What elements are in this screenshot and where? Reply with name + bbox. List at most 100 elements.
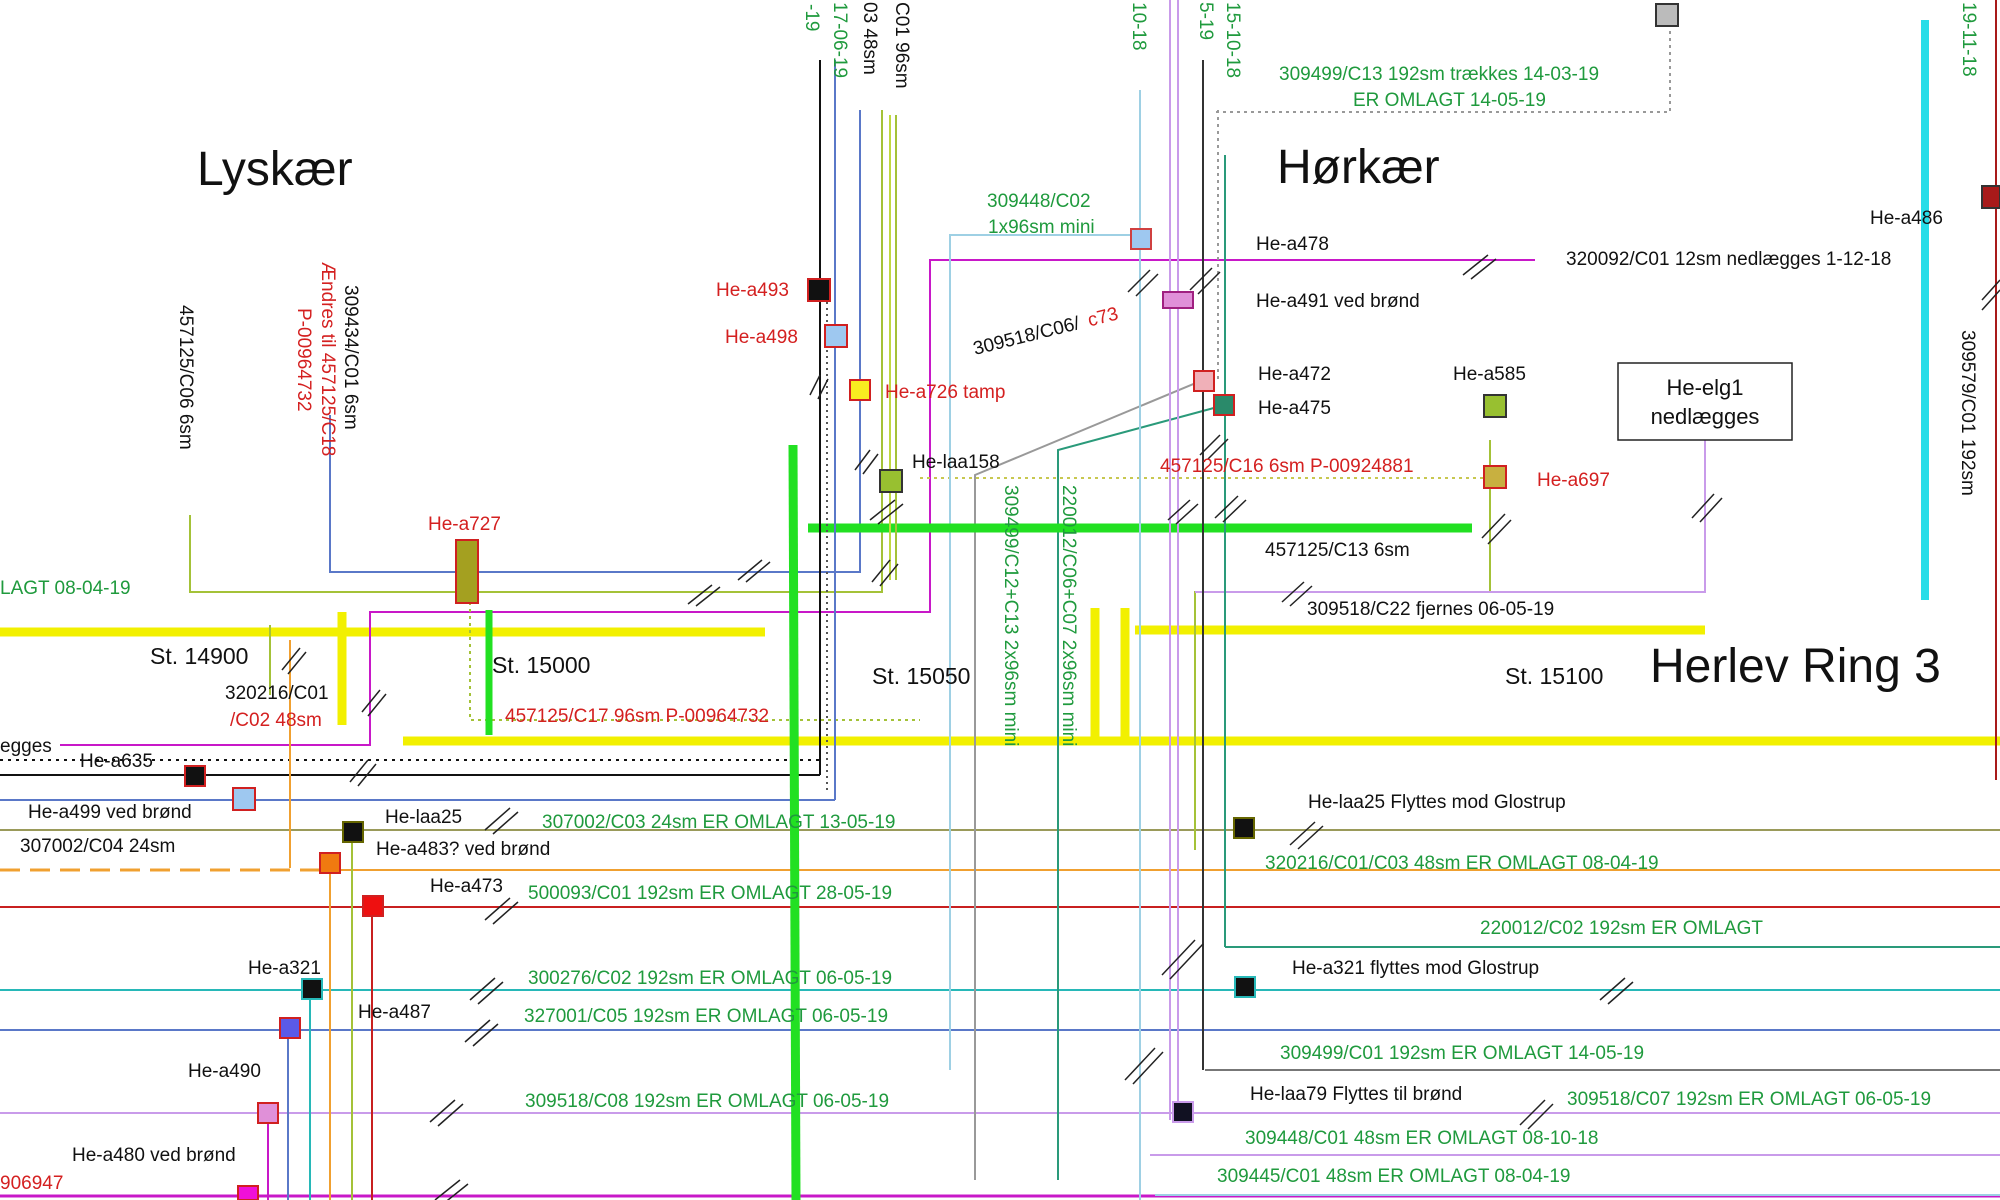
label-he-a473: He-a473	[430, 876, 503, 897]
node-marker-he-a727[interactable]	[455, 539, 479, 604]
node-marker-he-a493[interactable]	[807, 278, 831, 302]
label-he-a727: He-a727	[428, 514, 501, 535]
node-marker-he-a487[interactable]	[279, 1017, 301, 1039]
break-mark-10	[1127, 269, 1159, 297]
vlabel-309434-pnumber: P-00964732	[293, 308, 314, 412]
label-he-a321: He-a321	[248, 958, 321, 979]
break-mark-14	[1214, 495, 1247, 523]
label-307002-c04: 307002/C04 24sm	[20, 836, 175, 857]
label-he-a498: He-a498	[725, 327, 798, 348]
node-marker-top-gray[interactable]	[1655, 3, 1679, 27]
label-he-laa79: He-laa79 Flyttes til brønd	[1250, 1084, 1462, 1105]
node-marker-he-a475[interactable]	[1213, 394, 1235, 416]
break-mark-7	[854, 449, 879, 475]
label-he-a635: He-a635	[80, 751, 153, 772]
vlabel-309579: 309579/C01 192sm	[1957, 330, 1978, 496]
break-mark-1	[281, 647, 307, 675]
break-mark-9	[869, 499, 904, 525]
node-marker-he-a697[interactable]	[1483, 465, 1507, 489]
break-mark-30	[1519, 1099, 1554, 1130]
vlabel-top-a: -19	[801, 4, 822, 31]
label-egges: egges	[0, 736, 52, 757]
node-marker-he-a490[interactable]	[257, 1102, 279, 1124]
vlabel-top-b: 17-06-19	[829, 2, 850, 78]
label-457125-c13: 457125/C13 6sm	[1265, 540, 1410, 561]
vlabel-457125-c06: 457125/C06 6sm	[175, 305, 196, 450]
label-309518-c06: 309518/C06/	[971, 313, 1082, 360]
vlabel-309434-change: Ændres til 457125/C18	[317, 262, 338, 456]
label-he-a487: He-a487	[358, 1002, 431, 1023]
label-457125-c16: 457125/C16 6sm P-00924881	[1160, 456, 1414, 477]
label-327001: 327001/C05 192sm ER OMLAGT 06-05-19	[524, 1006, 888, 1027]
break-mark-12	[1167, 499, 1199, 525]
station-labels: St. 14900 St. 15000 St. 15050 St. 15100	[150, 643, 1603, 689]
vlabel-top-d: C01 96sm	[891, 2, 912, 89]
label-320216-a: 320216/C01	[225, 683, 329, 704]
break-mark-18	[1691, 493, 1723, 523]
label-he-a478: He-a478	[1256, 234, 1329, 255]
label-he-a480: He-a480 ved brønd	[72, 1145, 236, 1166]
cable-457125-c13	[1194, 440, 1491, 850]
break-mark-19	[1981, 279, 2000, 311]
label-c73: c73	[1086, 304, 1121, 332]
node-marker-he-a473[interactable]	[362, 895, 384, 917]
node-marker-he-a321[interactable]	[301, 978, 323, 1000]
node-marker-he-laa79[interactable]	[1172, 1101, 1194, 1123]
node-marker-he-a585[interactable]	[1483, 394, 1507, 418]
node-marker-he-a486[interactable]	[1981, 185, 2000, 209]
node-marker-he-a498[interactable]	[824, 324, 848, 348]
node-marker-he-a491[interactable]	[1162, 291, 1194, 309]
area-title-lyskaer: Lyskær	[197, 143, 353, 196]
node-marker-he-laa158[interactable]	[879, 469, 903, 493]
vlabel-top-c: 03 48sm	[859, 2, 880, 75]
node-marker-he-a483[interactable]	[319, 852, 341, 874]
node-marker-he-a726[interactable]	[849, 379, 871, 401]
label-320216-b: /C02 48sm	[230, 710, 322, 731]
label-he-laa158: He-laa158	[912, 452, 1000, 473]
vlabel-top-e: 10-18	[1128, 2, 1149, 51]
label-309499-c13-a: 309499/C13 192sm trækkes 14-03-19	[1279, 64, 1599, 85]
break-mark-17	[1481, 513, 1512, 545]
area-title-horkaer: Hørkær	[1277, 141, 1440, 194]
node-marker-he-a321-move[interactable]	[1234, 976, 1256, 998]
he-elg1-box[interactable]: He-elg1 nedlægges	[1617, 362, 1793, 441]
node-marker-he-a635[interactable]	[184, 765, 206, 787]
break-mark-15	[1462, 254, 1497, 280]
label-he-a483: He-a483? ved brønd	[376, 839, 550, 860]
break-mark-11	[1189, 267, 1221, 295]
vlabel-220012-c06: 220012/C06+C07 2x96sm mini	[1058, 485, 1079, 746]
vlabel-top-h: 19-11-18	[1958, 2, 1979, 77]
cable-220012-c06	[1057, 404, 1226, 1180]
node-marker-he-laa25-move[interactable]	[1233, 817, 1255, 839]
node-marker-he-a499[interactable]	[232, 787, 256, 811]
break-mark-21	[484, 897, 519, 925]
label-he-a475: He-a475	[1258, 398, 1331, 419]
break-mark-8	[871, 559, 899, 587]
break-mark-2	[361, 689, 387, 717]
vlabel-top-f: 5-19	[1195, 2, 1216, 40]
label-309448-c01: 309448/C01 48sm ER OMLAGT 08-10-18	[1245, 1128, 1598, 1149]
label-309448-c02-b: 1x96sm mini	[988, 217, 1095, 238]
label-906947: 906947	[0, 1173, 63, 1194]
label-309518-c06-group: 309518/C06/ c73	[971, 304, 1120, 360]
break-mark-27	[1161, 939, 1204, 980]
label-309518-c08: 309518/C08 192sm ER OMLAGT 06-05-19	[525, 1091, 889, 1112]
break-mark-26	[1289, 821, 1324, 850]
label-300276: 300276/C02 192sm ER OMLAGT 06-05-19	[528, 968, 892, 989]
label-he-a321-move: He-a321 flyttes mod Glostrup	[1292, 958, 1539, 979]
node-marker-309448-c02[interactable]	[1130, 228, 1152, 250]
road-title-herlev-ring-3: Herlev Ring 3	[1650, 640, 1941, 693]
label-220012-c02: 220012/C02 192sm ER OMLAGT	[1480, 918, 1763, 939]
break-mark-4	[687, 584, 721, 607]
label-he-a472: He-a472	[1258, 364, 1331, 385]
node-marker-he-a480[interactable]	[237, 1185, 259, 1200]
label-he-a726: He-a726 tamp	[885, 382, 1005, 403]
node-markers[interactable]	[184, 3, 2000, 1200]
node-marker-he-a472[interactable]	[1193, 370, 1215, 392]
label-he-a490: He-a490	[188, 1061, 261, 1082]
cable-network-diagram: He-elg1 nedlægges Lyskær Hørkær Herlev R…	[0, 0, 2000, 1200]
label-320092: 320092/C01 12sm nedlægges 1-12-18	[1566, 249, 1891, 270]
node-marker-he-laa25[interactable]	[342, 821, 364, 843]
label-309448-c02-a: 309448/C02	[987, 191, 1091, 212]
label-he-a499: He-a499 ved brønd	[28, 802, 192, 823]
